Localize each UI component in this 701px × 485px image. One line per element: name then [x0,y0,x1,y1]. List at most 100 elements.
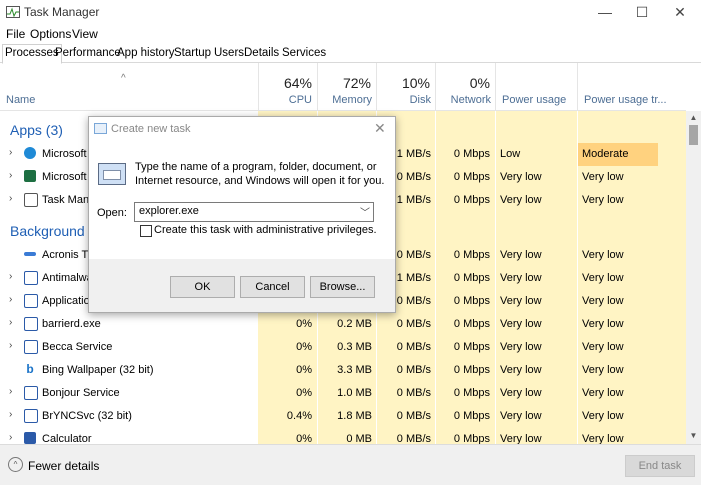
expand-chevron-icon[interactable]: › [9,147,12,158]
table-row[interactable]: › barrierd.exe 0% 0.2 MB 0 MB/s 0 Mbps V… [0,313,686,336]
service-icon [24,271,38,285]
open-input-value[interactable]: explorer.exe [139,205,199,217]
service-icon [24,386,38,400]
power-trend-value: Very low [582,433,624,444]
memory-value: 0 MB [346,433,372,444]
cpu-value: 0% [296,318,312,330]
sort-up-icon: ^ [121,73,126,84]
network-value: 0 Mbps [453,387,490,399]
power-value: Very low [500,171,542,183]
create-new-task-dialog: Create new task ✕ Type the name of a pro… [88,116,396,313]
power-trend-value: Very low [582,295,624,307]
browse-button[interactable]: Browse... [310,276,375,298]
title-bar: Task Manager — ☐ ✕ [0,0,701,24]
header-memory-pct[interactable]: 72% [321,75,371,91]
minimize-button[interactable]: — [588,0,622,24]
expand-chevron-icon[interactable]: › [9,271,12,282]
expand-chevron-icon[interactable]: › [9,193,12,204]
header-memory[interactable]: Memory [321,94,372,106]
expand-chevron-icon[interactable]: › [9,317,12,328]
power-trend-value: Very low [582,318,624,330]
power-trend-value: Very low [582,171,624,183]
vertical-scrollbar[interactable]: ▲ ▼ [686,111,701,444]
run-window-icon [94,123,107,134]
group-apps[interactable]: Apps (3) [10,122,63,138]
power-value: Low [500,148,521,160]
scroll-thumb[interactable] [689,125,698,145]
header-power-usage[interactable]: Power usage [502,94,566,106]
process-name: Bonjour Service [42,387,120,399]
network-value: 0 Mbps [453,148,490,160]
menu-file[interactable]: File [6,27,25,41]
disk-value: 0 MB/s [396,410,431,422]
end-task-button[interactable]: End task [625,455,695,477]
expand-chevron-icon[interactable]: › [9,432,12,443]
process-name: Applicatio [42,295,90,307]
admin-privileges-label[interactable]: Create this task with administrative pri… [154,224,377,236]
menu-options[interactable]: Options [30,27,71,41]
table-row[interactable]: › Bonjour Service 0% 1.0 MB 0 MB/s 0 Mbp… [0,382,686,405]
table-row[interactable]: › Becca Service 0% 0.3 MB 0 MB/s 0 Mbps … [0,336,686,359]
header-network[interactable]: Network [439,94,491,106]
table-row[interactable]: › Calculator 0% 0 MB 0 MB/s 0 Mbps Very … [0,428,686,444]
cancel-button[interactable]: Cancel [240,276,305,298]
tab-details[interactable]: Details [241,44,282,62]
power-value: Very low [500,194,542,206]
maximize-button[interactable]: ☐ [625,0,659,24]
network-value: 0 Mbps [453,171,490,183]
header-cpu-pct[interactable]: 64% [262,75,312,91]
fewer-details-link[interactable]: Fewer details [28,459,99,473]
network-value: 0 Mbps [453,410,490,422]
close-button[interactable]: ✕ [663,0,697,24]
tab-bar: Processes Performance App history Startu… [0,44,701,64]
header-disk[interactable]: Disk [380,94,431,106]
task-manager-icon [24,193,38,207]
group-background[interactable]: Background p [10,223,96,239]
header-name[interactable]: Name [6,94,35,106]
table-row[interactable]: b Bing Wallpaper (32 bit) 0% 3.3 MB 0 MB… [0,359,686,382]
power-trend-value: Very low [582,272,624,284]
menu-view[interactable]: View [72,27,98,41]
power-value: Very low [500,387,542,399]
expand-chevron-icon[interactable]: › [9,294,12,305]
tab-startup[interactable]: Startup [171,44,214,62]
open-label: Open: [97,207,127,219]
header-disk-pct[interactable]: 10% [380,75,430,91]
ok-button[interactable]: OK [170,276,235,298]
disk-value: 0 MB/s [396,433,431,444]
power-value: Very low [500,433,542,444]
chevron-down-icon[interactable]: ﹀ [360,204,370,219]
column-header: ^ Name 64% CPU 72% Memory 10% Disk 0% Ne… [0,63,686,111]
expand-chevron-icon[interactable]: › [9,170,12,181]
dialog-description: Type the name of a program, folder, docu… [135,161,385,187]
power-trend-value: Moderate [578,143,658,166]
service-icon [24,340,38,354]
expand-chevron-icon[interactable]: › [9,409,12,420]
expand-chevron-icon[interactable]: › [9,340,12,351]
dialog-close-icon[interactable]: ✕ [374,120,386,137]
memory-value: 1.8 MB [337,410,372,422]
header-power-trend[interactable]: Power usage tr... [584,94,667,106]
disk-value: 0 MB/s [396,364,431,376]
network-value: 0 Mbps [453,318,490,330]
excel-icon [24,170,36,182]
expand-chevron-icon[interactable]: › [9,386,12,397]
collapse-up-icon[interactable]: ^ [8,457,23,472]
tab-app-history[interactable]: App history [114,44,178,62]
dialog-title: Create new task [111,123,191,135]
dialog-body: Type the name of a program, folder, docu… [89,141,395,259]
power-trend-value: Very low [582,249,624,261]
power-trend-value: Very low [582,194,624,206]
open-combobox[interactable]: explorer.exe ﹀ [134,202,374,222]
process-name: Calculator [42,433,92,444]
scroll-down-icon[interactable]: ▼ [686,431,701,440]
process-name: Microsoft [42,171,87,183]
process-name: Becca Service [42,341,113,353]
scroll-up-icon[interactable]: ▲ [686,113,701,122]
header-cpu[interactable]: CPU [262,94,312,106]
table-row[interactable]: › BrYNCSvc (32 bit) 0.4% 1.8 MB 0 MB/s 0… [0,405,686,428]
tab-services[interactable]: Services [279,44,329,62]
service-icon [24,317,38,331]
admin-privileges-checkbox[interactable] [140,225,152,237]
header-network-pct[interactable]: 0% [439,75,490,91]
